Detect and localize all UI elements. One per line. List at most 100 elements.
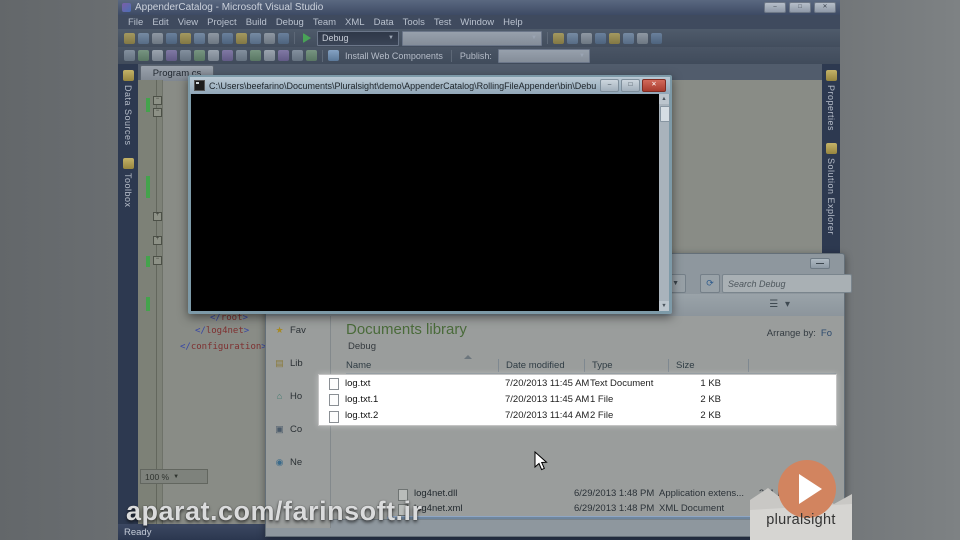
- solution-configurations-combo[interactable]: Debug ▼: [317, 30, 399, 46]
- console-minimize-button[interactable]: –: [600, 79, 619, 92]
- console-titlebar[interactable]: C:\Users\beefarino\Documents\Pluralsight…: [190, 77, 670, 94]
- save-all-icon[interactable]: [180, 32, 191, 44]
- column-header-type[interactable]: Type: [592, 360, 613, 371]
- fold-collapse-icon[interactable]: −: [153, 96, 162, 105]
- indent-icon[interactable]: [208, 50, 219, 61]
- menu-project[interactable]: Project: [207, 17, 237, 28]
- cut-icon[interactable]: [194, 32, 205, 44]
- schema-icon[interactable]: [623, 32, 634, 44]
- copy-icon[interactable]: [208, 32, 219, 44]
- uncomment-icon[interactable]: [651, 32, 662, 44]
- menu-debug[interactable]: Debug: [276, 17, 304, 28]
- console-scrollbar[interactable]: ▲ ▼: [659, 94, 670, 311]
- paste-icon[interactable]: [222, 32, 233, 44]
- validate-icon[interactable]: [609, 32, 620, 44]
- bookmark-icon[interactable]: [236, 50, 247, 61]
- sidebar-tab-toolbox[interactable]: Toolbox: [118, 152, 138, 214]
- menu-window[interactable]: Window: [460, 17, 494, 28]
- console-maximize-button[interactable]: □: [621, 79, 640, 92]
- redo-icon[interactable]: [250, 32, 261, 44]
- menu-file[interactable]: File: [128, 17, 143, 28]
- menu-edit[interactable]: Edit: [152, 17, 168, 28]
- column-header-name[interactable]: Name: [346, 360, 371, 371]
- comment-icon[interactable]: [637, 32, 648, 44]
- file-row[interactable]: log.txt 7/20/2013 11:45 AM Text Document 1 …: [319, 375, 836, 391]
- undo-icon[interactable]: [236, 32, 247, 44]
- menu-view[interactable]: View: [178, 17, 198, 28]
- console-close-button[interactable]: ✕: [642, 79, 666, 92]
- arrange-by-control[interactable]: Arrange by: Fo: [767, 328, 832, 339]
- outdent-icon[interactable]: [222, 50, 233, 61]
- explorer-minimize-button[interactable]: [810, 258, 830, 269]
- collapse-icon[interactable]: [264, 50, 275, 61]
- nav-item-ne[interactable]: ◉ Ne: [266, 454, 330, 471]
- file-row[interactable]: log.txt.1 7/20/2013 11:45 AM 1 File 2 KB: [319, 391, 836, 407]
- new-query-icon[interactable]: [553, 32, 564, 44]
- format-document-icon[interactable]: [124, 50, 135, 61]
- save-query-icon[interactable]: [581, 32, 592, 44]
- start-xslt-icon[interactable]: [166, 50, 177, 61]
- add-item-icon[interactable]: [138, 32, 149, 44]
- comment-xml-icon[interactable]: [250, 50, 261, 61]
- execute-icon[interactable]: [595, 32, 606, 44]
- refresh-button[interactable]: ⟳: [700, 274, 720, 293]
- menu-xml[interactable]: XML: [345, 17, 365, 28]
- view-options-icon[interactable]: ☰ ▾: [769, 299, 792, 310]
- column-header-date-modified[interactable]: Date modified: [506, 360, 565, 371]
- column-separator[interactable]: [584, 359, 585, 372]
- install-web-components-button[interactable]: Install Web Components: [345, 51, 443, 61]
- go-to-icon[interactable]: [180, 50, 191, 61]
- xslt-icon[interactable]: [152, 50, 163, 61]
- fold-collapse-icon[interactable]: −: [153, 108, 162, 117]
- nav-item-lib[interactable]: ▤ Lib: [266, 355, 330, 372]
- column-separator[interactable]: [748, 359, 749, 372]
- menu-data[interactable]: Data: [374, 17, 394, 28]
- scroll-down-icon[interactable]: ▼: [659, 301, 669, 311]
- menu-build[interactable]: Build: [246, 17, 267, 28]
- fold-expand-icon[interactable]: +: [153, 212, 162, 221]
- sidebar-tab-solution-explorer[interactable]: Solution Explorer: [822, 137, 840, 241]
- menu-test[interactable]: Test: [434, 17, 451, 28]
- change-bar: [146, 98, 150, 112]
- change-bar: [146, 176, 150, 198]
- nav-item-fav[interactable]: ★ Fav: [266, 322, 330, 339]
- word-wrap-icon[interactable]: [292, 50, 303, 61]
- editor-zoom-control[interactable]: 100 % ▼: [140, 469, 208, 484]
- start-debugging-icon[interactable]: [303, 33, 311, 43]
- fold-collapse-icon[interactable]: −: [153, 256, 162, 265]
- vs-minimize-button[interactable]: –: [764, 2, 786, 13]
- navigate-forward-icon[interactable]: [278, 32, 289, 44]
- open-file-icon[interactable]: [152, 32, 163, 44]
- open-query-icon[interactable]: [567, 32, 578, 44]
- new-project-icon[interactable]: [124, 32, 135, 44]
- publish-combo[interactable]: ▼: [497, 48, 590, 63]
- install-web-components-icon[interactable]: [328, 50, 339, 61]
- file-row[interactable]: log4net.xml 6/29/2013 1:48 PM XML Document…: [388, 502, 794, 517]
- vs-maximize-button[interactable]: □: [789, 2, 811, 13]
- find-combo[interactable]: ▼: [402, 30, 542, 46]
- navigate-back-icon[interactable]: [264, 32, 275, 44]
- scroll-up-icon[interactable]: ▲: [659, 94, 669, 104]
- search-box[interactable]: Search Debug: [722, 274, 852, 293]
- save-icon[interactable]: [166, 32, 177, 44]
- nav-bar-icon[interactable]: [306, 50, 317, 61]
- change-bar: [146, 256, 150, 267]
- fold-expand-icon[interactable]: +: [153, 236, 162, 245]
- column-separator[interactable]: [668, 359, 669, 372]
- file-row[interactable]: log4net.dll 6/29/2013 1:48 PM Application …: [388, 487, 794, 502]
- sidebar-tab-data-sources[interactable]: Data Sources: [118, 64, 138, 152]
- vs-titlebar[interactable]: AppenderCatalog - Microsoft Visual Studi…: [118, 0, 840, 15]
- breadcrumb-dropdown-icon[interactable]: ▼: [672, 280, 679, 287]
- column-header-size[interactable]: Size: [676, 360, 694, 371]
- schema-view-icon[interactable]: [138, 50, 149, 61]
- file-row[interactable]: log.txt.2 7/20/2013 11:44 AM 2 File 2 KB: [319, 408, 836, 424]
- vs-close-button[interactable]: ✕: [814, 2, 836, 13]
- expand-icon[interactable]: [278, 50, 289, 61]
- insert-snippet-icon[interactable]: [194, 50, 205, 61]
- column-separator[interactable]: [498, 359, 499, 372]
- scrollbar-thumb[interactable]: [660, 106, 670, 122]
- menu-tools[interactable]: Tools: [403, 17, 425, 28]
- menu-help[interactable]: Help: [503, 17, 523, 28]
- menu-team[interactable]: Team: [313, 17, 336, 28]
- sidebar-tab-properties[interactable]: Properties: [822, 64, 840, 137]
